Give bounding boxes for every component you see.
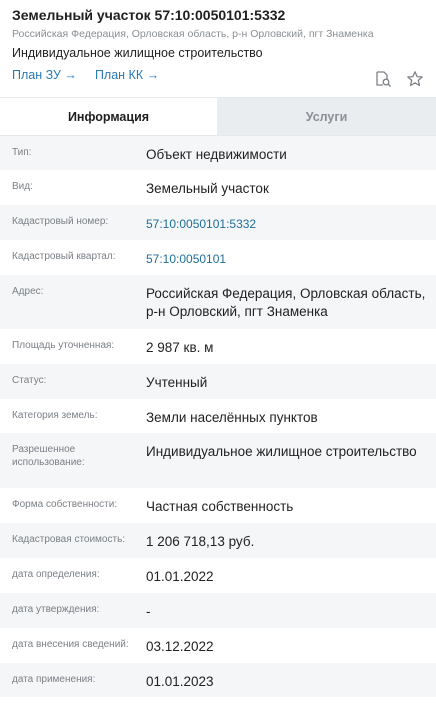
row-label: Форма собственности: <box>12 499 118 510</box>
row-label: Тип: <box>12 147 32 158</box>
row-label: Разрешенное использование: <box>12 444 85 468</box>
plan-zu-link[interactable]: План ЗУ → <box>12 67 77 83</box>
cadastral-quarter-link[interactable]: 57:10:0050101 <box>146 250 436 268</box>
row-label: Адрес: <box>12 286 44 297</box>
object-address-short: Российская Федерация, Орловская область,… <box>12 28 374 40</box>
tab-information[interactable]: Информация <box>0 98 217 135</box>
row-label: Кадастровый квартал: <box>12 251 116 262</box>
info-row-area: Площадь уточненная: 2 987 кв. м <box>0 329 436 364</box>
info-row-cadastral-quarter: Кадастровый квартал: 57:10:0050101 <box>0 240 436 275</box>
info-row-entry-date: дата внесения сведений: 03.12.2022 <box>0 628 436 663</box>
row-label: дата внесения сведений: <box>12 639 129 650</box>
plan-kk-link[interactable]: План КК → <box>95 67 159 83</box>
row-label: Кадастровая стоимость: <box>12 534 126 545</box>
tab-services[interactable]: Услуги <box>217 98 436 135</box>
info-row-type: Тип: Объект недвижимости <box>0 136 436 170</box>
tab-bar: Информация Услуги <box>0 98 436 136</box>
info-row-address: Адрес: Российская Федерация, Орловская о… <box>0 275 436 329</box>
row-label: Статус: <box>12 375 47 386</box>
row-label: Вид: <box>12 181 33 192</box>
row-value: Земельный участок <box>146 181 269 196</box>
row-label: Площадь уточненная: <box>12 340 115 351</box>
row-label: дата определения: <box>12 569 100 580</box>
row-label: дата утверждения: <box>12 604 100 615</box>
info-row-land-category: Категория земель: Земли населённых пункт… <box>0 399 436 433</box>
row-value: Объект недвижимости <box>146 147 287 162</box>
plan-links: План ЗУ → План КК → <box>12 67 424 83</box>
row-label: дата применения: <box>12 674 96 685</box>
cadastral-number-link[interactable]: 57:10:0050101:5332 <box>146 215 436 233</box>
row-value: 2 987 кв. м <box>146 340 214 355</box>
info-row-status: Статус: Учтенный <box>0 364 436 399</box>
info-row-application-date: дата применения: 01.01.2023 <box>0 663 436 697</box>
row-label: Кадастровый номер: <box>12 216 109 227</box>
info-row-approval-date: дата утверждения: - <box>0 593 436 628</box>
info-row-cadastral-number: Кадастровый номер: 57:10:0050101:5332 <box>0 205 436 240</box>
object-header: Земельный участок 57:10:0050101:5332 Рос… <box>0 0 436 98</box>
object-title: Земельный участок 57:10:0050101:5332 <box>12 7 286 23</box>
row-value: Частная собственность <box>146 499 294 514</box>
row-value: 03.12.2022 <box>146 639 214 654</box>
info-row-permitted-use: Разрешенное использование: Индивидуально… <box>0 433 436 488</box>
row-value: Российская Федерация, Орловская область,… <box>146 286 426 319</box>
row-value: Земли населённых пунктов <box>146 410 318 425</box>
row-value: Учтенный <box>146 375 208 390</box>
row-value: 1 206 718,13 руб. <box>146 534 255 549</box>
document-search-icon[interactable] <box>374 70 392 88</box>
row-value: Индивидуальное жилищное строительство <box>146 444 417 459</box>
row-value: 01.01.2022 <box>146 569 214 584</box>
info-table: Тип: Объект недвижимости Вид: Земельный … <box>0 136 436 697</box>
row-value: - <box>146 604 151 619</box>
info-row-kind: Вид: Земельный участок <box>0 170 436 205</box>
object-purpose: Индивидуальное жилищное строительство <box>12 46 263 60</box>
info-row-ownership: Форма собственности: Частная собственнос… <box>0 488 436 523</box>
row-value: 01.01.2023 <box>146 674 214 689</box>
star-icon[interactable] <box>406 70 424 88</box>
header-actions <box>374 70 424 88</box>
info-row-cadastral-value: Кадастровая стоимость: 1 206 718,13 руб. <box>0 523 436 558</box>
info-row-determination-date: дата определения: 01.01.2022 <box>0 558 436 593</box>
row-label: Категория земель: <box>12 410 98 421</box>
